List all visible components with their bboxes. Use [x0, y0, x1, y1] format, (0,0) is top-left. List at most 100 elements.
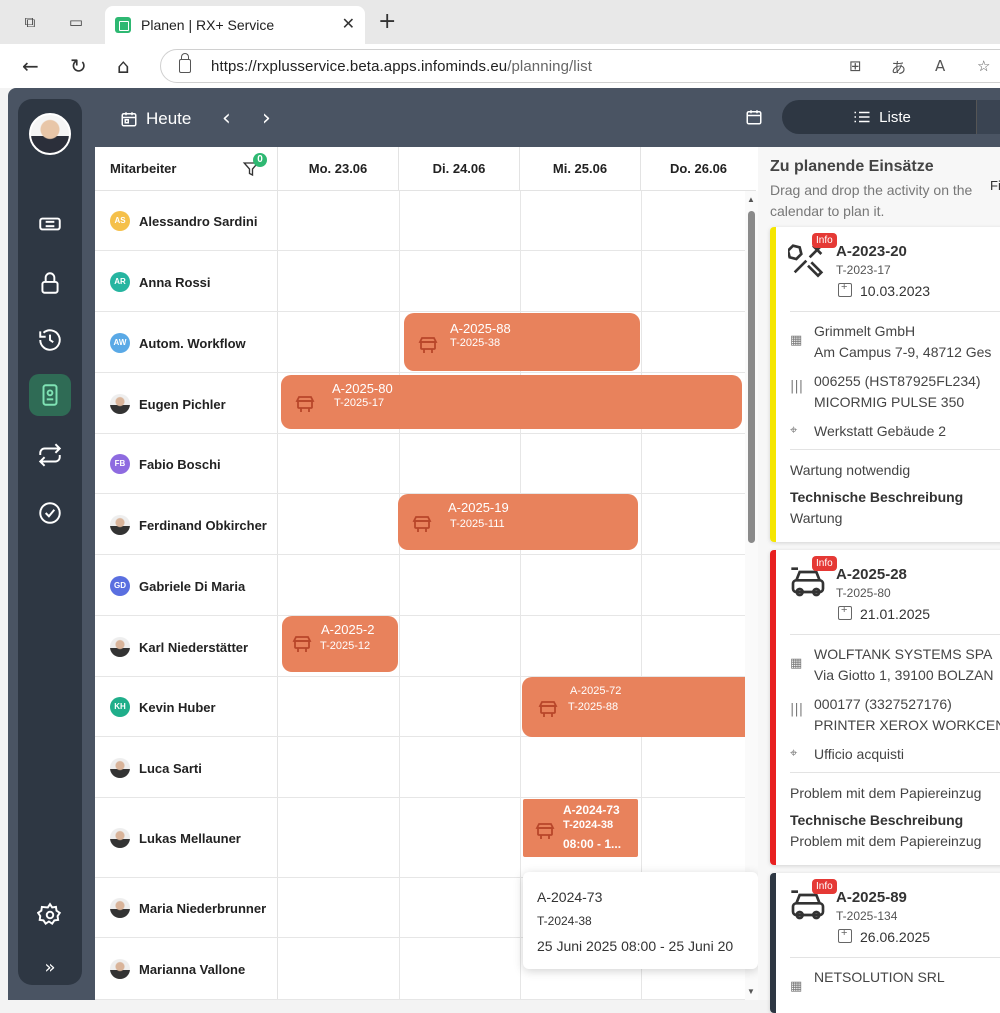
unplanned-card[interactable]: InfoA-2023-20 T-2023-17 10.03.2023 ▦ Grimmel… [770, 227, 1000, 542]
card-divider [790, 311, 1000, 312]
employee-cell[interactable]: Maria Niederbrunner [95, 878, 278, 937]
address-bar[interactable]: https://rxplusservice.beta.apps.infomind… [160, 49, 1000, 83]
employee-cell[interactable]: Ferdinand Obkircher [95, 494, 278, 554]
employee-cell[interactable]: AS Alessandro Sardini [95, 191, 278, 250]
previous-week-icon[interactable]: ‹ [222, 106, 231, 131]
lock-icon[interactable] [29, 262, 71, 304]
employee-cell[interactable]: KH Kevin Huber [95, 677, 278, 736]
card-priority-stripe [770, 550, 776, 865]
day-header: Do. 26.06 [641, 147, 756, 191]
favorite-star-icon[interactable]: ☆ [977, 57, 990, 75]
day-divider [641, 494, 642, 554]
back-icon[interactable]: ← [22, 55, 39, 77]
employee-cell[interactable]: Lukas Mellauner [95, 798, 278, 877]
printer-icon [412, 516, 432, 532]
day-divider [641, 616, 642, 676]
workspaces-icon[interactable]: ⧉ [20, 12, 40, 32]
ticket-icon[interactable] [29, 203, 71, 245]
activity-code: A-2025-72 [570, 685, 622, 697]
activity-tooltip: A-2024-73 T-2024-38 25 Juni 2025 08:00 -… [523, 872, 758, 969]
day-divider [641, 434, 642, 493]
employee-name: Gabriele Di Maria [139, 579, 246, 594]
employee-name: Anna Rossi [139, 275, 211, 290]
sync-icon[interactable] [29, 434, 71, 476]
card-activity-code: A-2025-89 [836, 889, 907, 906]
card-desc-label: Technische Beschreibung [790, 812, 964, 828]
employee-name: Kevin Huber [139, 700, 216, 715]
expand-sidebar-icon[interactable]: » [29, 946, 71, 988]
info-badge: Info [812, 556, 837, 571]
employee-cell[interactable]: Luca Sarti [95, 737, 278, 797]
list-view-button[interactable]: Liste [782, 100, 982, 134]
activity-code: A-2025-88 [450, 321, 511, 336]
employee-name: Lukas Mellauner [139, 831, 241, 846]
activity-block-selected[interactable]: A-2024-73 T-2024-38 08:00 - 1... [523, 799, 638, 857]
company-icon: ▦ [790, 656, 803, 671]
list-view-label: Liste [879, 108, 911, 126]
list-icon [854, 111, 870, 123]
activity-block[interactable]: A-2025-80 T-2025-17 [281, 375, 742, 429]
settings-gear-icon[interactable] [29, 894, 71, 936]
home-icon[interactable]: ⌂ [117, 55, 130, 77]
scroll-up-icon[interactable]: ▲ [747, 195, 755, 204]
employee-name: Maria Niederbrunner [139, 901, 267, 916]
barcode-icon: ||| [790, 702, 804, 717]
card-divider [790, 449, 1000, 450]
employee-row: Karl Niederstätter [95, 616, 755, 677]
activity-block[interactable]: A-2025-2 T-2025-12 [282, 616, 398, 672]
employee-photo-avatar [110, 758, 130, 778]
tab-actions-icon[interactable]: ▭ [66, 12, 86, 32]
today-button[interactable]: Heute [120, 109, 191, 129]
employee-cell[interactable]: AR Anna Rossi [95, 251, 278, 311]
employee-name: Autom. Workflow [139, 336, 246, 351]
unplanned-card[interactable]: InfoA-2025-28 T-2025-80 21.01.2025 ▦ WOLFTAN… [770, 550, 1000, 865]
calendar-icon [121, 112, 137, 127]
card-desc: Problem mit dem Papiereinzug [790, 833, 982, 849]
employee-initials-avatar: AS [110, 211, 130, 231]
location-pin-icon: ⌖ [790, 423, 798, 438]
employee-cell[interactable]: GD Gabriele Di Maria [95, 555, 278, 615]
employee-cell[interactable]: Eugen Pichler [95, 373, 278, 433]
panel-filter-partial[interactable]: Fi [990, 178, 1000, 193]
employee-photo-avatar [110, 637, 130, 657]
activity-block[interactable]: A-2025-19 T-2025-111 [398, 494, 638, 550]
translate-icon[interactable]: あ [891, 57, 906, 78]
activity-block[interactable]: A-2025-72 T-2025-88 [522, 677, 756, 737]
calendar-view-icon[interactable] [745, 107, 763, 132]
activity-time: 08:00 - 1... [563, 837, 622, 851]
unplanned-card[interactable]: InfoA-2025-89 T-2025-134 26.06.2025 ▦ NETSOL… [770, 873, 1000, 1013]
printer-icon [295, 396, 315, 412]
view-toggle-other[interactable] [976, 100, 1000, 134]
day-divider [520, 677, 521, 736]
scrollbar-thumb[interactable] [748, 211, 755, 543]
next-week-icon[interactable]: › [262, 106, 271, 131]
apps-icon[interactable]: ⊞ [849, 57, 862, 75]
employee-cell[interactable]: Marianna Vallone [95, 938, 278, 999]
read-aloud-icon[interactable]: A [935, 57, 945, 75]
activity-block[interactable]: A-2025-88 T-2025-38 [404, 313, 640, 371]
card-date: 21.01.2025 [860, 606, 931, 622]
employee-cell[interactable]: Karl Niederstätter [95, 616, 278, 676]
card-desc: Wartung [790, 510, 843, 526]
card-date: 26.06.2025 [860, 929, 931, 945]
close-tab-icon[interactable]: ✕ [342, 14, 355, 33]
reload-icon[interactable]: ↻ [70, 55, 87, 77]
day-divider [399, 555, 400, 615]
browser-tab[interactable]: Planen | RX+ Service ✕ [105, 6, 365, 44]
activity-code: A-2025-2 [321, 622, 375, 637]
employee-cell[interactable]: FB Fabio Boschi [95, 434, 278, 493]
lock-icon [179, 53, 191, 73]
scroll-down-icon[interactable]: ▼ [747, 987, 755, 996]
user-avatar[interactable] [29, 113, 71, 155]
url-text: https://rxplusservice.beta.apps.infomind… [211, 58, 592, 75]
employee-column-header: Mitarbeiter 0 [95, 147, 278, 191]
tab-title: Planen | RX+ Service [141, 17, 275, 33]
history-icon[interactable] [29, 319, 71, 361]
employee-cell[interactable]: AW Autom. Workflow [95, 312, 278, 372]
employee-row: Luca Sarti [95, 737, 755, 798]
new-tab-button[interactable]: + [378, 11, 396, 33]
planning-icon[interactable] [29, 374, 71, 416]
check-badge-icon[interactable] [29, 492, 71, 534]
info-badge: Info [812, 233, 837, 248]
day-header: Di. 24.06 [399, 147, 520, 191]
